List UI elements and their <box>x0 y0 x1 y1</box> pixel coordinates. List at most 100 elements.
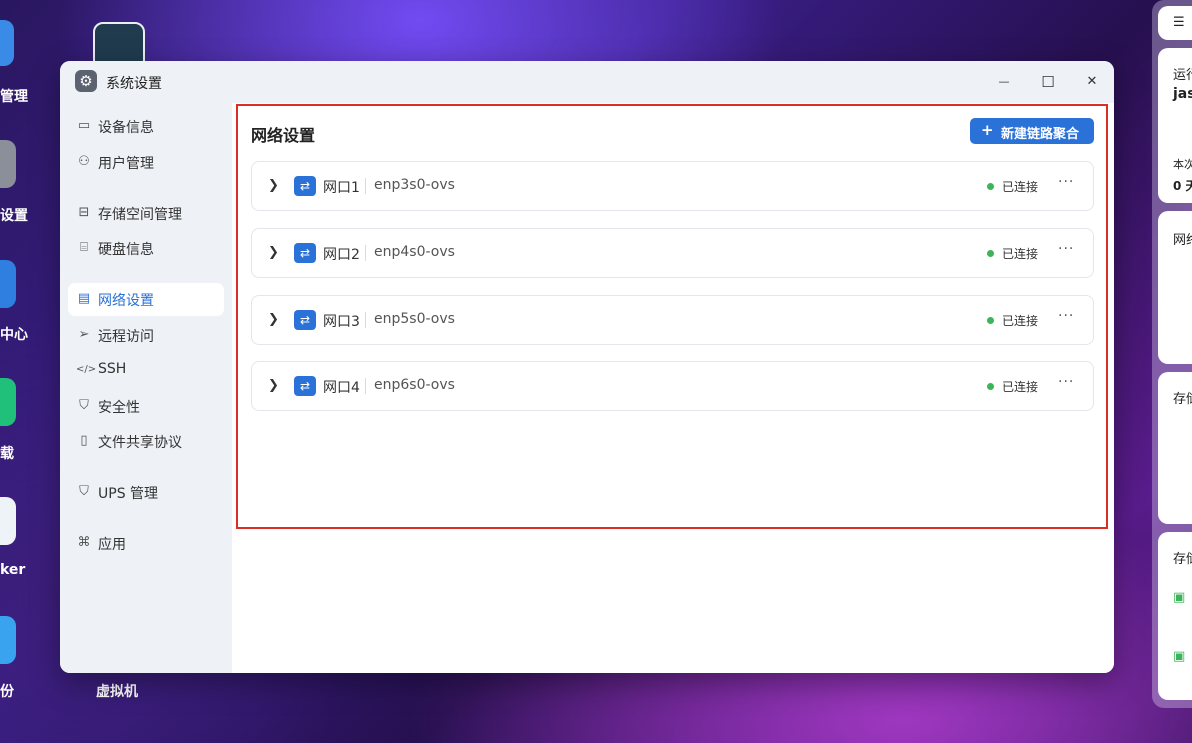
code-icon: </> <box>76 364 97 375</box>
sidebar-item-label: 文件共享协议 <box>98 435 182 451</box>
divider <box>365 178 366 194</box>
status-dot-icon <box>987 317 994 324</box>
port-device: enp5s0-ovs <box>374 311 455 327</box>
sidebar-item-ssh[interactable]: </> SSH <box>68 354 224 387</box>
close-button[interactable]: ✕ <box>1079 69 1105 95</box>
widget-storage-title: 存储 <box>1173 392 1192 407</box>
settings-app-icon[interactable] <box>0 140 16 188</box>
chevron-right-icon[interactable]: ❯ <box>268 178 279 193</box>
port-row[interactable]: ❯ ⇄ 网口2 enp4s0-ovs 已连接 ··· <box>251 228 1094 278</box>
sidebar-item-users[interactable]: ⚇ 用户管理 <box>68 146 224 179</box>
monitor-icon: ▭ <box>77 118 91 133</box>
sidebar-item-label: 设备信息 <box>98 120 154 136</box>
sidebar-item-security[interactable]: ⛉ 安全性 <box>68 390 224 423</box>
swap-arrows-icon: ⇄ <box>294 243 316 263</box>
desktop-label: 中心 <box>0 327 28 343</box>
storage-icon: ⊟ <box>78 205 90 220</box>
shield-check-icon: ⛉ <box>79 398 89 413</box>
port-row[interactable]: ❯ ⇄ 网口1 enp3s0-ovs 已连接 ··· <box>251 161 1094 211</box>
desktop-label: 管理 <box>0 89 28 105</box>
minimize-button[interactable]: — <box>991 69 1017 95</box>
new-link-aggregation-button[interactable]: + 新建链路聚合 <box>970 118 1094 144</box>
shield-icon: ⛉ <box>79 484 89 499</box>
chevron-right-icon[interactable]: ❯ <box>268 378 279 393</box>
divider <box>365 312 366 328</box>
port-device: enp4s0-ovs <box>374 244 455 260</box>
settings-window: ⚙ 系统设置 — ☐ ✕ ▭ 设备信息 ⚇ 用户管理 ⊟ 存储空间管理 ⌸ 硬盘… <box>60 61 1114 673</box>
sidebar-item-apps[interactable]: ⌘ 应用 <box>68 527 224 560</box>
status-badge: 已连接 <box>1002 247 1039 261</box>
port-device: enp3s0-ovs <box>374 177 455 193</box>
more-options-icon[interactable]: ··· <box>1058 308 1074 324</box>
desktop-label: 份 <box>0 684 14 700</box>
status-badge: 已连接 <box>1002 380 1039 394</box>
center-app-icon[interactable] <box>0 260 16 308</box>
sidebar-item-label: 远程访问 <box>98 329 154 345</box>
divider <box>365 378 366 394</box>
port-device: enp6s0-ovs <box>374 377 455 393</box>
widget-system-host: jas <box>1173 86 1192 102</box>
new-link-aggregation-label: 新建链路聚合 <box>1001 127 1080 142</box>
app4-icon[interactable] <box>0 378 16 426</box>
chevron-right-icon[interactable]: ❯ <box>268 312 279 327</box>
sidebar-item-ups[interactable]: ⛉ UPS 管理 <box>68 476 224 509</box>
apps-icon: ⌘ <box>77 535 91 550</box>
sidebar: ▭ 设备信息 ⚇ 用户管理 ⊟ 存储空间管理 ⌸ 硬盘信息 ▤ 网络设置 ➢ 远… <box>60 103 232 673</box>
status-badge: 已连接 <box>1002 180 1039 194</box>
port-row[interactable]: ❯ ⇄ 网口3 enp5s0-ovs 已连接 ··· <box>251 295 1094 345</box>
desktop-label: 载 <box>0 446 14 462</box>
swap-arrows-icon: ⇄ <box>294 310 316 330</box>
more-options-icon[interactable]: ··· <box>1058 174 1074 190</box>
document-icon: ▯ <box>80 433 88 448</box>
sidebar-item-remote-access[interactable]: ➢ 远程访问 <box>68 319 224 352</box>
sidebar-item-file-sharing[interactable]: ▯ 文件共享协议 <box>68 425 224 458</box>
port-name: 网口2 <box>323 247 360 263</box>
sidebar-item-device-info[interactable]: ▭ 设备信息 <box>68 110 224 143</box>
more-options-icon[interactable]: ··· <box>1058 241 1074 257</box>
network-icon: ▤ <box>77 291 91 306</box>
chevron-right-icon[interactable]: ❯ <box>268 245 279 260</box>
widget-system-title: 运行 <box>1173 68 1192 83</box>
sidebar-item-label: 安全性 <box>98 400 140 416</box>
port-name: 网口1 <box>323 180 360 196</box>
sidebar-item-label: SSH <box>98 361 127 377</box>
sidebar-item-disk-info[interactable]: ⌸ 硬盘信息 <box>68 232 224 265</box>
status-dot-icon <box>987 183 994 190</box>
widget-disks-title: 存储 <box>1173 552 1192 567</box>
sidebar-item-storage[interactable]: ⊟ 存储空间管理 <box>68 197 224 230</box>
disk-icon: ▣ <box>1173 649 1186 664</box>
storage-app-icon[interactable] <box>0 20 14 66</box>
sidebar-item-label: UPS 管理 <box>98 486 159 502</box>
widget-uptime-value: 0 天 <box>1173 179 1192 193</box>
sidebar-item-network[interactable]: ▤ 网络设置 <box>68 283 224 316</box>
desktop-label-vm: 虚拟机 <box>96 684 138 700</box>
swap-arrows-icon: ⇄ <box>294 176 316 196</box>
status-badge: 已连接 <box>1002 314 1039 328</box>
docker-app-icon[interactable] <box>0 497 16 545</box>
more-options-icon[interactable]: ··· <box>1058 374 1074 390</box>
sidebar-item-label: 应用 <box>98 537 126 553</box>
maximize-button[interactable]: ☐ <box>1035 69 1061 95</box>
port-row[interactable]: ❯ ⇄ 网口4 enp6s0-ovs 已连接 ··· <box>251 361 1094 411</box>
sidebar-item-label: 硬盘信息 <box>98 242 154 258</box>
sidebar-item-label: 存储空间管理 <box>98 207 182 223</box>
port-name: 网口4 <box>323 380 360 396</box>
disk-icon: ⌸ <box>80 240 88 255</box>
swap-arrows-icon: ⇄ <box>294 376 316 396</box>
status-dot-icon <box>987 383 994 390</box>
title-bar[interactable]: ⚙ 系统设置 — ☐ ✕ <box>60 61 1114 103</box>
status-dot-icon <box>987 250 994 257</box>
page-title: 网络设置 <box>251 126 316 145</box>
plus-icon: + <box>981 121 994 139</box>
send-icon: ➢ <box>78 327 90 342</box>
backup-app-icon[interactable] <box>0 616 16 664</box>
widget-network-title: 网络 <box>1173 233 1192 248</box>
filter-icon[interactable]: ☰ <box>1173 15 1185 30</box>
gear-icon: ⚙ <box>75 70 97 92</box>
user-icon: ⚇ <box>78 154 90 169</box>
desktop-label: ker <box>0 562 26 578</box>
widget-uptime-label: 本次 <box>1173 158 1192 171</box>
port-name: 网口3 <box>323 314 360 330</box>
sidebar-item-label: 用户管理 <box>98 156 154 172</box>
desktop-label: 设置 <box>0 208 28 224</box>
